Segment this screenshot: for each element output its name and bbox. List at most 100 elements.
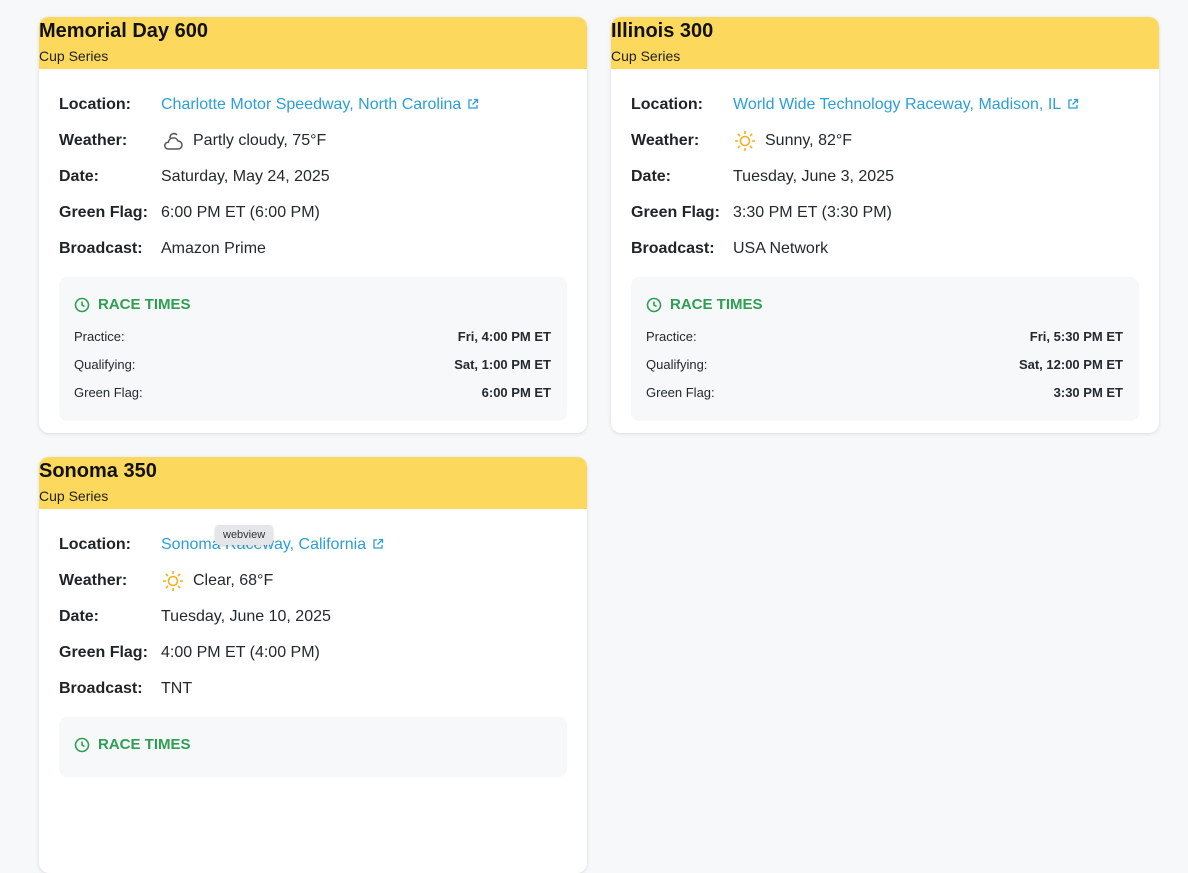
- race-times-title: RACE TIMES: [98, 296, 191, 313]
- location-text: Charlotte Motor Speedway, North Carolina: [161, 96, 462, 113]
- location-row: Location: Charlotte Motor Speedway, Nort…: [59, 87, 567, 123]
- broadcast-label: Broadcast:: [631, 240, 715, 257]
- race-time-label: Qualifying:: [646, 357, 708, 372]
- weather-text: Partly cloudy, 75°F: [193, 132, 327, 149]
- weather-text: Sunny, 82°F: [765, 132, 853, 149]
- race-series: Cup Series: [39, 488, 109, 504]
- broadcast-row: Broadcast: USA Network: [631, 231, 1139, 267]
- race-times-panel: RACE TIMES Practice: Fri, 4:00 PM ET Qua…: [59, 277, 567, 421]
- race-card: Sonoma 350 Cup Series Location: Sonoma R…: [39, 457, 587, 873]
- green-flag-row: Green Flag: 4:00 PM ET (4:00 PM): [59, 635, 567, 671]
- race-time-row: Green Flag: 6:00 PM ET: [74, 379, 551, 407]
- broadcast-label: Broadcast:: [59, 240, 143, 257]
- race-time-label: Practice:: [74, 329, 125, 344]
- broadcast-value: USA Network: [733, 240, 829, 257]
- race-time-label: Green Flag:: [646, 385, 715, 400]
- race-time-value: Sat, 1:00 PM ET: [454, 357, 551, 372]
- green-flag-value: 3:30 PM ET (3:30 PM): [733, 204, 892, 221]
- weather-label: Weather:: [59, 572, 128, 589]
- race-title: Sonoma 350: [39, 460, 157, 482]
- race-time-label: Green Flag:: [74, 385, 143, 400]
- location-label: Location:: [59, 536, 131, 553]
- race-time-row: Qualifying: Sat, 1:00 PM ET: [74, 351, 551, 379]
- race-details: Location: World Wide Technology Raceway,…: [611, 69, 1159, 433]
- partly-cloudy-icon: [164, 132, 183, 150]
- weather-label: Weather:: [59, 132, 128, 149]
- broadcast-value: TNT: [161, 680, 193, 697]
- race-series: Cup Series: [611, 48, 681, 64]
- date-value: Saturday, May 24, 2025: [161, 168, 330, 185]
- race-time-row: Practice: Fri, 5:30 PM ET: [646, 323, 1123, 351]
- date-row: Date: Tuesday, June 3, 2025: [631, 159, 1139, 195]
- green-flag-label: Green Flag:: [59, 644, 148, 661]
- race-series: Cup Series: [39, 48, 109, 64]
- location-label: Location:: [631, 96, 703, 113]
- weather-value: Partly cloudy, 75°F: [161, 129, 326, 153]
- race-times-heading: RACE TIMES: [74, 735, 551, 755]
- race-details: Location: Sonoma Raceway, California Wea…: [39, 509, 587, 797]
- weather-value: Sunny, 82°F: [733, 129, 852, 153]
- race-times-panel: RACE TIMES: [59, 717, 567, 777]
- date-label: Date:: [59, 168, 100, 185]
- weather-value: Clear, 68°F: [161, 569, 273, 593]
- weather-row: Weather: Sunny, 82°F: [631, 123, 1139, 159]
- race-times-title: RACE TIMES: [670, 296, 763, 313]
- sun-icon: [735, 131, 755, 151]
- broadcast-label: Broadcast:: [59, 680, 143, 697]
- race-time-value: 6:00 PM ET: [481, 385, 551, 400]
- external-link-icon: [373, 538, 384, 549]
- sun-icon: [163, 571, 183, 591]
- date-row: Date: Tuesday, June 10, 2025: [59, 599, 567, 635]
- weather-text: Clear, 68°F: [193, 572, 274, 589]
- broadcast-value: Amazon Prime: [161, 240, 266, 257]
- race-time-label: Qualifying:: [74, 357, 136, 372]
- location-row: Location: Sonoma Raceway, California: [59, 527, 567, 563]
- race-card-header: Illinois 300 Cup Series: [611, 17, 1159, 69]
- weather-label: Weather:: [631, 132, 700, 149]
- location-link[interactable]: World Wide Technology Raceway, Madison, …: [733, 96, 1079, 114]
- race-times-panel: RACE TIMES Practice: Fri, 5:30 PM ET Qua…: [631, 277, 1139, 421]
- location-text: World Wide Technology Raceway, Madison, …: [733, 96, 1062, 113]
- clock-icon: [74, 297, 90, 313]
- external-link-icon: [1068, 98, 1079, 109]
- race-time-value: Fri, 4:00 PM ET: [457, 329, 551, 344]
- race-time-label: Practice:: [646, 329, 697, 344]
- race-title: Memorial Day 600: [39, 20, 208, 42]
- location-link[interactable]: Charlotte Motor Speedway, North Carolina: [161, 96, 479, 114]
- race-times-heading: RACE TIMES: [74, 295, 551, 315]
- green-flag-value: 4:00 PM ET (4:00 PM): [161, 644, 320, 661]
- race-times-title: RACE TIMES: [98, 736, 191, 753]
- race-times-heading: RACE TIMES: [646, 295, 1123, 315]
- date-value: Tuesday, June 10, 2025: [161, 608, 331, 625]
- race-time-value: Sat, 12:00 PM ET: [1018, 357, 1123, 372]
- race-title: Illinois 300: [611, 20, 714, 42]
- race-card: Illinois 300 Cup Series Location: World …: [611, 17, 1159, 433]
- external-link-icon: [468, 98, 479, 109]
- date-label: Date:: [631, 168, 672, 185]
- clock-icon: [646, 297, 662, 313]
- race-card-header: Memorial Day 600 Cup Series: [39, 17, 587, 69]
- green-flag-row: Green Flag: 6:00 PM ET (6:00 PM): [59, 195, 567, 231]
- green-flag-value: 6:00 PM ET (6:00 PM): [161, 204, 320, 221]
- race-card: Memorial Day 600 Cup Series Location: Ch…: [39, 17, 587, 433]
- race-details: Location: Charlotte Motor Speedway, Nort…: [39, 69, 587, 433]
- race-time-row: Practice: Fri, 4:00 PM ET: [74, 323, 551, 351]
- location-row: Location: World Wide Technology Raceway,…: [631, 87, 1139, 123]
- race-time-row: Qualifying: Sat, 12:00 PM ET: [646, 351, 1123, 379]
- broadcast-row: Broadcast: TNT: [59, 671, 567, 707]
- race-time-row: Green Flag: 3:30 PM ET: [646, 379, 1123, 407]
- green-flag-label: Green Flag:: [59, 204, 148, 221]
- race-time-value: Fri, 5:30 PM ET: [1029, 329, 1123, 344]
- green-flag-row: Green Flag: 3:30 PM ET (3:30 PM): [631, 195, 1139, 231]
- clock-icon: [74, 737, 90, 753]
- weather-row: Weather: Partly cloudy, 75°F: [59, 123, 567, 159]
- green-flag-label: Green Flag:: [631, 204, 720, 221]
- location-label: Location:: [59, 96, 131, 113]
- race-card-header: Sonoma 350 Cup Series: [39, 457, 587, 509]
- broadcast-row: Broadcast: Amazon Prime: [59, 231, 567, 267]
- date-row: Date: Saturday, May 24, 2025: [59, 159, 567, 195]
- date-label: Date:: [59, 608, 100, 625]
- race-time-value: 3:30 PM ET: [1053, 385, 1123, 400]
- webview-tooltip: webview: [215, 525, 274, 545]
- race-card-grid: Memorial Day 600 Cup Series Location: Ch…: [39, 17, 1159, 873]
